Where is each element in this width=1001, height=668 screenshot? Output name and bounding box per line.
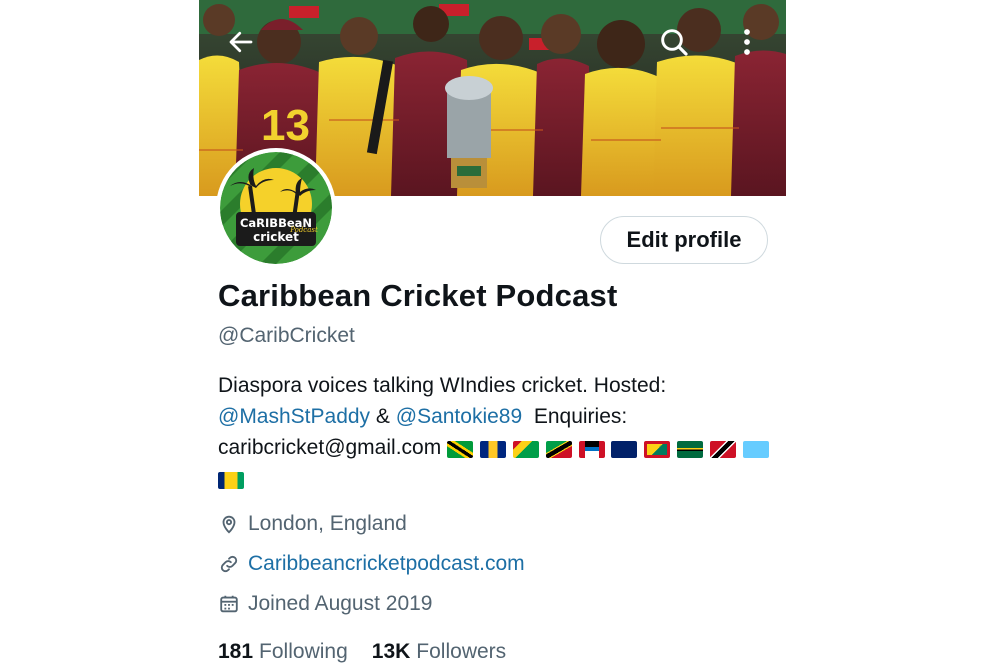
saint-lucia-flag-icon [742, 440, 769, 458]
following-label: Following [259, 640, 348, 663]
saint-kitts-flag-icon [545, 440, 572, 458]
back-button[interactable] [221, 22, 261, 62]
jamaica-flag-icon [447, 440, 474, 458]
search-icon [661, 29, 688, 56]
flag-emojis [447, 433, 770, 464]
avatar[interactable]: CaRIBBeaN cricket Podcast [216, 148, 336, 268]
location-row: London, England [218, 512, 407, 536]
following-count: 181 [218, 640, 254, 663]
montserrat-flag-icon [611, 440, 638, 458]
bio-ampersand: & [370, 405, 396, 428]
location-text: London, England [248, 512, 407, 535]
profile-name: Caribbean Cricket Podcast [218, 278, 618, 313]
joined-text: Joined August 2019 [248, 592, 433, 615]
arrow-left-icon [229, 31, 253, 53]
bio-line-2: @MashStPaddy & @Santokie89 Enquiries: [218, 401, 778, 432]
website-link[interactable]: Caribbeancricketpodcast.com [248, 552, 525, 576]
mention-link-mashstpaddy[interactable]: @MashStPaddy [218, 405, 370, 428]
saint-vincent-flag-icon [218, 471, 244, 489]
profile-page: 13 CaRIBBeaN cricket Podcast Edit profil… [199, 0, 786, 668]
bio-enquiries: Enquiries: [522, 405, 628, 428]
svg-text:13: 13 [261, 101, 310, 150]
mention-link-santokie89[interactable]: @Santokie89 [396, 405, 522, 428]
more-options-button[interactable] [727, 22, 767, 62]
bio-line-4 [218, 464, 778, 495]
avatar-logo-tag: Podcast [289, 226, 318, 234]
location-pin-icon [218, 513, 240, 535]
following-link[interactable]: 181 Following [218, 640, 348, 664]
bio-email: caribcricket@gmail.com [218, 436, 442, 459]
profile-handle: @CaribCricket [218, 324, 355, 347]
profile-bio: Diaspora voices talking WIndies cricket.… [218, 370, 778, 495]
guyana-flag-icon [512, 440, 539, 458]
antigua-flag-icon [578, 440, 605, 458]
followers-count: 13K [371, 640, 411, 663]
website-row: Caribbeancricketpodcast.com [218, 552, 525, 576]
bio-line-1: Diaspora voices talking WIndies cricket.… [218, 374, 667, 397]
more-vertical-icon [744, 29, 750, 55]
followers-label: Followers [416, 640, 507, 663]
follow-stats: 181 Following 13K Followers [218, 640, 530, 664]
followers-link[interactable]: 13K Followers [372, 640, 506, 664]
trinidad-flag-icon [709, 440, 736, 458]
barbados-flag-icon [480, 440, 507, 458]
bio-line-3: caribcricket@gmail.com [218, 432, 778, 464]
calendar-icon [218, 593, 240, 615]
dominica-flag-icon [677, 440, 704, 458]
search-button[interactable] [654, 22, 694, 62]
grenada-flag-icon [644, 440, 671, 458]
edit-profile-button[interactable]: Edit profile [600, 216, 768, 264]
joined-row: Joined August 2019 [218, 592, 433, 616]
link-icon [218, 553, 240, 575]
